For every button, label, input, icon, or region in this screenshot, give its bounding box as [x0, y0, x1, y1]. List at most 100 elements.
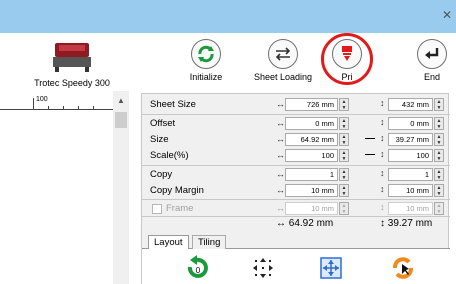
- machine-selector[interactable]: Trotec Speedy 300: [22, 41, 122, 88]
- offset-y-input[interactable]: 0 mm: [388, 117, 433, 130]
- height-arrow-icon: ↕: [380, 133, 385, 143]
- copy-row: Copy ↔ 1 ▲ ▼ ↕ 1 ▲ ▼: [142, 168, 450, 182]
- height-arrow-icon: ↕: [380, 149, 385, 159]
- job-settings-panel: Sheet Size ↔ 726 mm ▲ ▼ ↕ 432 mm ▲ ▼ Offse…: [141, 93, 450, 284]
- vertical-scrollbar[interactable]: ▲: [113, 91, 129, 284]
- divider: [142, 165, 450, 166]
- tab-panel: 0 Layout Tiling: [142, 235, 450, 284]
- height-arrow-icon: ↕: [380, 98, 385, 108]
- ruler-tick: [78, 106, 79, 109]
- frame-label: Frame: [166, 203, 194, 214]
- arrange-icon[interactable]: [250, 255, 276, 281]
- spinner-icon[interactable]: ▲ ▼: [434, 98, 444, 111]
- title-bar: ✕: [0, 0, 456, 33]
- offset-label: Offset: [150, 118, 176, 129]
- highlight-circle: [321, 33, 373, 85]
- rotate-cursor-icon[interactable]: [390, 255, 416, 281]
- spinner-icon[interactable]: ▲ ▼: [434, 184, 444, 197]
- width-arrow-icon: ↔: [276, 203, 285, 213]
- width-arrow-icon: ↔: [276, 150, 285, 160]
- width-arrow-icon: ↔: [276, 99, 285, 109]
- height-arrow-icon: ↕: [380, 117, 385, 127]
- ruler-label: 100: [36, 96, 48, 103]
- height-arrow-icon: ↕: [380, 168, 385, 178]
- swap-arrows-icon: [275, 47, 291, 61]
- tab-layout[interactable]: Layout: [148, 235, 189, 249]
- copy-margin-x-input[interactable]: 10 mm: [285, 184, 338, 197]
- frame-x-input[interactable]: 10 mm: [285, 202, 338, 215]
- ruler-tick: [33, 98, 34, 109]
- copy-margin-label: Copy Margin: [150, 185, 204, 196]
- ruler-tick: [93, 106, 94, 109]
- offset-x-input[interactable]: 0 mm: [285, 117, 338, 130]
- sheet-loading-label: Sheet Loading: [253, 72, 313, 82]
- copy-label: Copy: [150, 169, 173, 180]
- width-arrow-icon: ↔: [276, 169, 285, 179]
- size-row: Size ↔ 64.92 mm ▲ ▼ — ↕ 39.27 mm ▲ ▼: [142, 133, 450, 147]
- spinner-icon[interactable]: ▲ ▼: [339, 149, 349, 162]
- return-arrow-icon: [425, 48, 439, 59]
- scale-row: Scale(%) ↔ 100 ▲ ▼ — ↕ 100 ▲ ▼: [142, 149, 450, 163]
- width-arrow-icon: ↔: [276, 118, 285, 128]
- width-arrow-icon: ↔: [276, 134, 285, 144]
- tab-content: 0: [142, 248, 450, 284]
- machine-name: Trotec Speedy 300: [34, 78, 110, 88]
- size-label: Size: [150, 134, 169, 145]
- close-icon[interactable]: ✕: [442, 8, 452, 22]
- toolbar: Trotec Speedy 300 Initialize Sheet Loadi…: [0, 33, 456, 91]
- center-icon[interactable]: [318, 255, 344, 281]
- spinner-icon[interactable]: ▲ ▼: [434, 168, 444, 181]
- copy-x-input[interactable]: 1: [285, 168, 338, 181]
- end-label: End: [423, 72, 440, 82]
- scale-label: Scale(%): [150, 150, 189, 161]
- divider: [142, 199, 450, 200]
- ruler: 100: [0, 96, 113, 110]
- frame-y-input[interactable]: 10 mm: [388, 202, 433, 215]
- spinner-icon[interactable]: ▲ ▼: [339, 168, 349, 181]
- scale-x-input[interactable]: 100: [285, 149, 338, 162]
- total-width: ↔ 64.92 mm: [276, 218, 334, 229]
- scale-y-input[interactable]: 100: [388, 149, 433, 162]
- end-button[interactable]: End: [416, 39, 448, 82]
- tab-tiling[interactable]: Tiling: [192, 235, 227, 249]
- initialize-button[interactable]: Initialize: [180, 39, 232, 82]
- size-height-input[interactable]: 39.27 mm: [388, 133, 433, 146]
- sheet-width-input[interactable]: 726 mm: [285, 98, 338, 111]
- frame-checkbox[interactable]: [152, 204, 162, 214]
- spinner-icon[interactable]: ▲ ▼: [339, 202, 349, 215]
- size-width-input[interactable]: 64.92 mm: [285, 133, 338, 146]
- frame-row: Frame ↔ 10 mm ▲ ▼ ↕ 10 mm ▲ ▼: [142, 202, 450, 216]
- aspect-lock-icon[interactable]: —: [365, 149, 375, 160]
- aspect-lock-icon[interactable]: —: [365, 133, 375, 144]
- rotate-count: 0: [196, 266, 201, 275]
- spinner-icon[interactable]: ▲ ▼: [339, 133, 349, 146]
- sheet-size-label: Sheet Size: [150, 99, 196, 110]
- rotate-icon[interactable]: 0: [184, 255, 210, 281]
- copy-margin-row: Copy Margin ↔ 10 mm ▲ ▼ ↕ 10 mm ▲ ▼: [142, 184, 450, 198]
- height-arrow-icon: ↕: [380, 202, 385, 212]
- width-arrow-icon: ↔: [276, 185, 285, 195]
- divider: [142, 114, 450, 115]
- spinner-icon[interactable]: ▲ ▼: [339, 117, 349, 130]
- scroll-up-icon[interactable]: ▲: [117, 96, 125, 105]
- laser-machine-icon: [53, 43, 91, 72]
- total-height: ↕ 39.27 mm: [380, 218, 433, 229]
- spinner-icon[interactable]: ▲ ▼: [339, 98, 349, 111]
- spinner-icon[interactable]: ▲ ▼: [434, 117, 444, 130]
- ruler-tick: [48, 106, 49, 109]
- sheet-loading-button[interactable]: Sheet Loading: [250, 39, 316, 82]
- refresh-icon: [198, 45, 214, 63]
- scroll-thumb[interactable]: [115, 112, 127, 128]
- copy-y-input[interactable]: 1: [388, 168, 433, 181]
- sheet-height-input[interactable]: 432 mm: [388, 98, 433, 111]
- spinner-icon[interactable]: ▲ ▼: [434, 202, 444, 215]
- ruler-tick: [63, 106, 64, 109]
- spinner-icon[interactable]: ▲ ▼: [434, 133, 444, 146]
- copy-margin-y-input[interactable]: 10 mm: [388, 184, 433, 197]
- divider: [142, 216, 450, 217]
- spinner-icon[interactable]: ▲ ▼: [339, 184, 349, 197]
- height-arrow-icon: ↕: [380, 184, 385, 194]
- initialize-label: Initialize: [189, 72, 223, 82]
- spinner-icon[interactable]: ▲ ▼: [434, 149, 444, 162]
- sheet-size-row: Sheet Size ↔ 726 mm ▲ ▼ ↕ 432 mm ▲ ▼: [142, 98, 450, 112]
